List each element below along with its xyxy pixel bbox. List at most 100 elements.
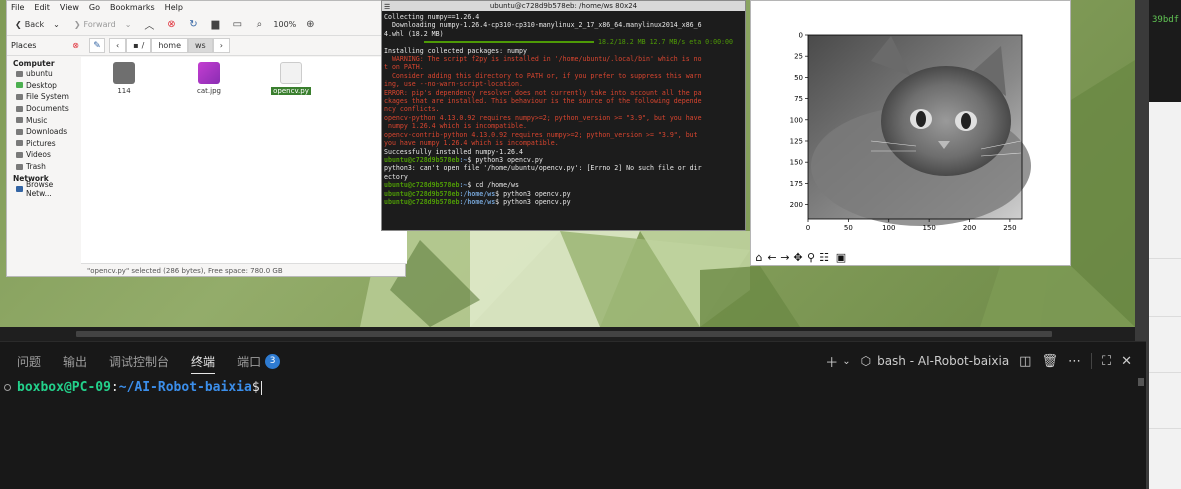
sidebar-item-music[interactable]: Music <box>13 114 81 126</box>
sidebar-item-downloads[interactable]: Downloads <box>13 126 81 138</box>
new-terminal-icon[interactable]: ＋ <box>825 352 838 371</box>
menu-edit[interactable]: Edit <box>34 3 50 12</box>
menu-file[interactable]: File <box>11 3 24 12</box>
cat-image <box>808 35 1031 226</box>
terminal-line: ubuntu@c728d9b578eb:/home/ws$ python3 op… <box>384 197 571 206</box>
tab-ports[interactable]: 端口 3 <box>237 342 281 380</box>
crumb-home[interactable]: home <box>151 38 189 53</box>
menu-bookmarks[interactable]: Bookmarks <box>110 3 155 12</box>
tab-problems[interactable]: 问题 <box>17 342 41 380</box>
up-icon[interactable]: ︿ <box>141 17 157 33</box>
fm-pathbar: Places ⊗ ✎ ‹ ▪ / home ws › <box>7 36 405 56</box>
crumb-left-arrow[interactable]: ‹ <box>109 38 127 53</box>
terminal-line: Consider adding this directory to PATH o… <box>384 71 702 80</box>
terminal-line: ing, use --no-warn-script-location. <box>384 80 523 89</box>
terminal-line: you have numpy 1.26.4 which is incompati… <box>384 139 559 148</box>
panel-scrollbar[interactable] <box>1138 378 1144 386</box>
terminal-output[interactable]: Collecting numpy==1.26.4 Downloading num… <box>382 11 745 230</box>
configure-icon[interactable]: ☷ <box>818 250 830 264</box>
drive-icon: ▪ <box>133 41 139 50</box>
home-icon <box>16 70 23 77</box>
search-icon[interactable]: ⌕ <box>251 17 267 33</box>
close-sidebar-icon[interactable]: ⊗ <box>72 41 79 50</box>
separator <box>1090 353 1092 369</box>
zoom-icon[interactable]: ⚲ <box>805 250 817 264</box>
zoom-level: 100% <box>273 20 297 29</box>
crumb-root[interactable]: ▪ / <box>126 38 152 53</box>
fm-menubar: File Edit View Go Bookmarks Help <box>7 1 405 14</box>
terminal-line: 4.whl (18.2 MB) <box>384 29 444 38</box>
crumb-ws[interactable]: ws <box>188 38 213 53</box>
file-manager-window: File Edit View Go Bookmarks Help ❮ Back … <box>6 0 407 277</box>
ports-count-badge: 3 <box>265 353 281 369</box>
chevron-down-icon[interactable]: ⌄ <box>842 356 850 367</box>
divider <box>1149 258 1181 259</box>
menu-help[interactable]: Help <box>165 3 183 12</box>
desktop-icon <box>16 82 23 89</box>
zoom-in-icon[interactable]: ⊕ <box>302 17 318 33</box>
forward-button[interactable]: ❯ Forward ⌄ <box>70 16 136 34</box>
sidebar-item-filesystem[interactable]: File System <box>13 91 81 103</box>
terminal-line: opencv-contrib-python 4.13.0.92 requires… <box>384 130 698 139</box>
sidebar-item-trash[interactable]: Trash <box>13 161 81 173</box>
y-tick-label: 150 <box>790 159 803 167</box>
sidebar-item-ubuntu[interactable]: ubuntu <box>13 68 81 80</box>
sidebar-item-videos[interactable]: Videos <box>13 149 81 161</box>
terminal-window[interactable]: ☰ ubuntu@c728d9b578eb: /home/ws 80x24 Co… <box>381 0 746 231</box>
back-arrow-icon[interactable]: ← <box>766 250 778 264</box>
y-tick-label: 50 <box>794 74 803 82</box>
x-tick-label: 100 <box>882 224 895 232</box>
terminal-line: Successfully installed numpy-1.26.4 <box>384 147 523 156</box>
crumb-right-arrow[interactable]: › <box>212 38 230 53</box>
home-folder-icon[interactable]: ▆ <box>207 17 223 33</box>
folder-icon <box>16 151 23 158</box>
menu-view[interactable]: View <box>60 3 79 12</box>
file-item[interactable]: opencv.py <box>261 62 321 95</box>
close-panel-icon[interactable]: ✕ <box>1121 354 1132 369</box>
pan-icon[interactable]: ✥ <box>792 250 804 264</box>
terminal-prompt[interactable]: boxbox@PC-09: ~/AI-Robot-baixia $ <box>4 380 262 395</box>
menu-go[interactable]: Go <box>89 3 100 12</box>
terminal-line: ubuntu@c728d9b578eb:~$ python3 opencv.py <box>384 155 543 164</box>
chevron-down-icon: ⌄ <box>53 20 60 29</box>
fm-file-view[interactable]: 114 cat.jpg opencv.py <box>81 57 407 263</box>
terminal-line: opencv-python 4.13.0.92 requires numpy>=… <box>384 113 702 122</box>
computer-icon[interactable]: ▭ <box>229 17 245 33</box>
maximize-panel-icon[interactable]: ⛶ <box>1102 354 1111 369</box>
terminal-line: Collecting numpy==1.26.4 <box>384 13 480 21</box>
terminal-selector[interactable]: ⬡ bash - AI-Robot-baixia <box>861 354 1010 368</box>
x-tick-label: 0 <box>806 224 810 232</box>
menu-icon[interactable]: ☰ <box>384 2 390 12</box>
tab-terminal[interactable]: 终端 <box>191 342 216 380</box>
sidebar-item-pictures[interactable]: Pictures <box>13 138 81 150</box>
forward-arrow-icon[interactable]: → <box>779 250 791 264</box>
places-label: Places <box>11 41 37 50</box>
split-terminal-icon[interactable]: ◫ <box>1019 354 1031 369</box>
home-icon[interactable]: ⌂ <box>753 250 765 264</box>
terminal-title: ubuntu@c728d9b578eb: /home/ws 80x24 <box>489 2 638 10</box>
divider <box>1149 316 1181 317</box>
file-item[interactable]: 114 <box>94 62 154 95</box>
back-button[interactable]: ❮ Back ⌄ <box>11 16 64 34</box>
sidebar-item-browse-network[interactable]: Browse Netw... <box>13 180 81 198</box>
status-circle-icon <box>4 384 11 391</box>
network-icon <box>16 186 23 193</box>
edit-path-button[interactable]: ✎ <box>89 38 105 53</box>
save-icon[interactable]: ▣ <box>835 250 847 264</box>
horizontal-scrollbar[interactable] <box>0 327 1135 341</box>
sidebar-item-documents[interactable]: Documents <box>13 103 81 115</box>
trash-icon[interactable]: 🗑 <box>1041 354 1058 369</box>
figure-plot: 0 50 100 150 200 250 0 25 50 75 100 125 150 175 200 <box>790 32 1031 232</box>
y-tick-label: 75 <box>794 95 803 103</box>
more-actions-icon[interactable]: ⋯ <box>1068 354 1081 369</box>
scrollbar-thumb[interactable] <box>76 331 1052 337</box>
y-tick-label: 0 <box>799 32 803 40</box>
download-progress-bar <box>424 41 594 44</box>
stop-icon[interactable]: ⊗ <box>163 17 179 33</box>
tab-output[interactable]: 输出 <box>63 342 87 380</box>
reload-icon[interactable]: ↻ <box>185 17 201 33</box>
sidebar-item-desktop[interactable]: Desktop <box>13 80 81 92</box>
terminal-line: ncy conflicts. <box>384 105 440 114</box>
file-item[interactable]: cat.jpg <box>179 62 239 95</box>
tab-debug-console[interactable]: 调试控制台 <box>109 342 169 380</box>
